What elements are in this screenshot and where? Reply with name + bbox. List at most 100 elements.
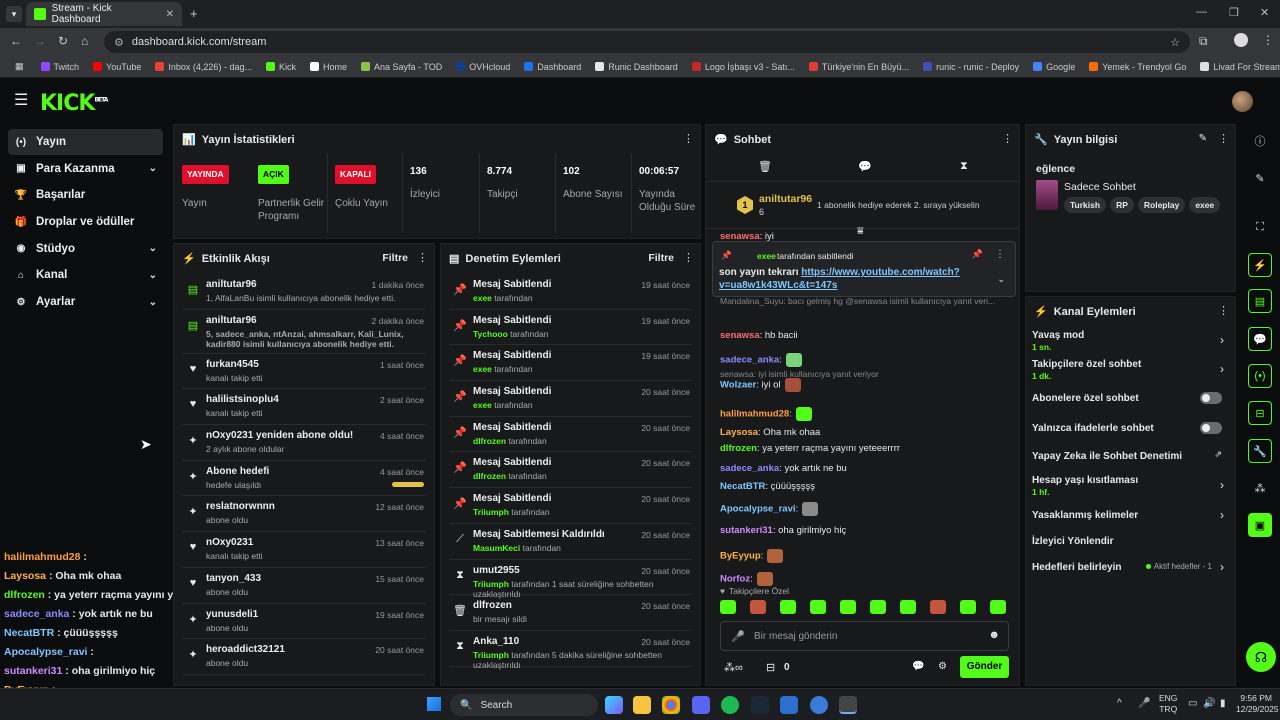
trash-icon[interactable]: 🗑 [758, 160, 772, 173]
bookmark-item[interactable]: Google [1026, 62, 1082, 72]
bolt-icon[interactable]: ⚡ [1248, 253, 1272, 277]
chrome-icon[interactable] [662, 696, 680, 714]
kick-logo[interactable]: KICKBETA [40, 91, 108, 116]
store-icon[interactable]: ⊟ [1248, 401, 1272, 425]
activity-item[interactable]: ✦ reslatnorwnnn abone oldu 12 saat önce [182, 496, 426, 533]
moderation-menu-icon[interactable]: ⋮ [683, 251, 694, 264]
clock[interactable]: 9:56 PM 12/29/2025 [1236, 693, 1279, 715]
chat-users-icon[interactable]: 💬 [912, 661, 924, 672]
chat-username[interactable]: halilmahmud28 [720, 409, 789, 420]
network-icon[interactable]: ▭ [1188, 698, 1197, 709]
chat-username[interactable]: sutankeri31 [720, 525, 773, 536]
chat-message[interactable]: sutankeri31: oha girilmiyo hiç [720, 525, 1012, 537]
minimize-icon[interactable]: — [1196, 6, 1207, 18]
wrench-icon[interactable]: 🔧 [1248, 439, 1272, 463]
bookmark-item[interactable]: Dashboard [517, 62, 588, 72]
battery-icon[interactable]: ▮ [1220, 698, 1226, 709]
active-app-icon[interactable] [839, 696, 857, 714]
bookmark-item[interactable]: Inbox (4,226) - dag... [148, 62, 259, 72]
channel-action-item[interactable]: Hesap yaşı kısıtlaması 1 hf. › [1032, 472, 1230, 498]
chat-username[interactable]: sadece_anka [720, 463, 779, 474]
channel-action-item[interactable]: Yasaklanmış kelimeler › [1032, 502, 1230, 528]
tag-chip[interactable]: Roleplay [1137, 197, 1186, 213]
store-icon[interactable]: ⊟ [766, 661, 775, 674]
chat-message[interactable]: dlfrozen: ya yeterr raçma yayını yeteeer… [720, 443, 1012, 455]
close-window-icon[interactable]: ✕ [1260, 6, 1269, 19]
chat-username[interactable]: sadece_anka [720, 355, 779, 366]
home-icon[interactable]: ⌂ [81, 34, 88, 48]
pinned-message[interactable]: 📌 exee tarafından sabitlendi 📌 ⋮ son yay… [712, 241, 1016, 297]
emote-button[interactable] [870, 600, 886, 614]
bookmark-item[interactable]: Livad For Streamers [1193, 62, 1280, 72]
chat-message[interactable]: senawsa: hb bacii [720, 330, 1012, 342]
bookmark-item[interactable]: Twitch [34, 62, 87, 72]
taskbar-search[interactable]: 🔍 Search [450, 694, 598, 716]
activity-item[interactable]: ▤ aniltutar96 5, sadece_anka, ntAnzai, ahm… [182, 310, 426, 354]
mic-tray-icon[interactable]: 🎤 [1138, 698, 1150, 709]
support-headset-icon[interactable]: ☊ [1246, 642, 1276, 672]
chat-username[interactable]: ByEyyup [720, 551, 761, 562]
volume-icon[interactable]: 🔊 [1203, 698, 1215, 709]
chat-username[interactable]: Norfoz [720, 574, 750, 585]
emote-button[interactable] [780, 600, 796, 614]
activity-item[interactable]: ♥ tanyon_433 abone oldu 15 saat önce [182, 568, 426, 604]
chat-message[interactable]: Laysosa: Oha mk ohaa [720, 427, 1012, 439]
emote-button[interactable] [810, 600, 826, 614]
stream-category[interactable]: Sadece Sohbet [1064, 181, 1136, 193]
app-icon[interactable] [780, 696, 798, 714]
channel-actions-menu-icon[interactable]: ⋮ [1218, 304, 1229, 317]
discord-icon[interactable] [692, 696, 710, 714]
activity-filter-button[interactable]: Filtre [382, 252, 408, 264]
reload-icon[interactable]: ↻ [58, 34, 68, 48]
moderation-item[interactable]: ⧗ Anka_110 Triiumph tarafından 5 dakika sü… [449, 631, 692, 670]
chat-message[interactable]: sadece_anka: yok artık ne bu [720, 463, 1012, 475]
channel-action-item[interactable]: Abonelere özel sohbet [1032, 385, 1230, 411]
moderation-item[interactable]: 📌 Mesaj Sabitlendi dlfrozen tarafından 20 s… [449, 452, 692, 489]
url-field[interactable]: ⚙ dashboard.kick.com/stream ☆ [104, 31, 1190, 53]
sidebar-item[interactable]: ⌂ Kanal ⌄ [8, 262, 163, 288]
activity-item[interactable]: ▤ aniltutar96 1, AlfaLanBu isimli kullanıc… [182, 274, 426, 310]
emote-button[interactable] [930, 600, 946, 614]
broadcast-icon[interactable]: (•) [1248, 364, 1272, 388]
moderation-item[interactable]: 📌 Mesaj Sabitlendi exee tarafından 20 saat … [449, 381, 692, 417]
sidebar-item[interactable]: (•) Yayın [8, 129, 163, 155]
sidebar-item[interactable]: 🎁 Droplar ve ödüller [8, 209, 163, 235]
obs-icon[interactable] [810, 696, 828, 714]
browser-tab[interactable]: Stream - Kick Dashboard ✕ [26, 2, 182, 26]
activity-item[interactable]: ✦ Abone hedefi hedefe ulaşıldı 4 saat önce [182, 461, 426, 497]
forward-icon[interactable]: → [34, 34, 46, 48]
language-indicator[interactable]: ENG TRQ [1159, 693, 1177, 715]
sidebar-item[interactable]: ◉ Stüdyo ⌄ [8, 236, 163, 262]
apps-icon[interactable]: ▦ [8, 61, 34, 72]
activity-item[interactable]: ♥ nOxy0231 kanalı takip etti 13 saat önce [182, 532, 426, 568]
moderation-item[interactable]: 📌 Mesaj Sabitlendi exee tarafından 19 saat … [449, 345, 692, 382]
chat-username[interactable]: Apocalypse_ravi [720, 504, 796, 515]
chat-username[interactable]: Laysosa [720, 427, 758, 438]
activity-item[interactable]: ♥ halilistsinoplu4 kanalı takip etti 2 saat… [182, 389, 426, 426]
channel-action-item[interactable]: İzleyici Yönlendir [1032, 528, 1230, 554]
tag-chip[interactable]: RP [1110, 197, 1134, 213]
unpin-icon[interactable]: 📌 [972, 249, 983, 260]
chat-username[interactable]: Wolzaer [720, 380, 756, 391]
mic-icon[interactable]: 🎤 [731, 630, 745, 643]
bookmark-item[interactable]: YouTube [86, 62, 148, 72]
extensions-icon[interactable]: ⧉ [1199, 34, 1208, 49]
stats-menu-icon[interactable]: ⋮ [683, 132, 694, 145]
sidebar-item[interactable]: 🏆 Başarılar [8, 182, 163, 208]
channel-action-item[interactable]: Yapay Zeka ile Sohbet Denetimi ⇗ [1032, 443, 1230, 469]
stream-info-menu-icon[interactable]: ⋮ [1218, 132, 1229, 145]
channel-action-item[interactable]: Yalnızca ifadelerle sohbet [1032, 415, 1230, 441]
moderation-item[interactable]: ⟋ Mesaj Sabitlemesi Kaldırıldı MasumKeci t… [449, 524, 692, 560]
chat-icon[interactable]: 💬 [1248, 327, 1272, 351]
toggle-switch[interactable] [1200, 392, 1222, 404]
bookmark-star-icon[interactable]: ☆ [1170, 36, 1180, 49]
browser-menu-icon[interactable]: ⋮ [1262, 33, 1274, 47]
channel-action-item[interactable]: Takipçilere özel sohbet 1 dk. › [1032, 356, 1230, 382]
file-explorer-icon[interactable] [633, 696, 651, 714]
document-icon[interactable]: ▤ [1248, 289, 1272, 313]
pinned-menu-icon[interactable]: ⋮ [995, 249, 1005, 260]
bookmark-item[interactable]: Kick [259, 62, 303, 72]
steam-icon[interactable] [751, 696, 769, 714]
expand-chevron-icon[interactable]: ⌄ [997, 274, 1005, 285]
activity-item[interactable]: ♥ furkan4545 kanalı takip etti 1 saat önce [182, 354, 426, 390]
